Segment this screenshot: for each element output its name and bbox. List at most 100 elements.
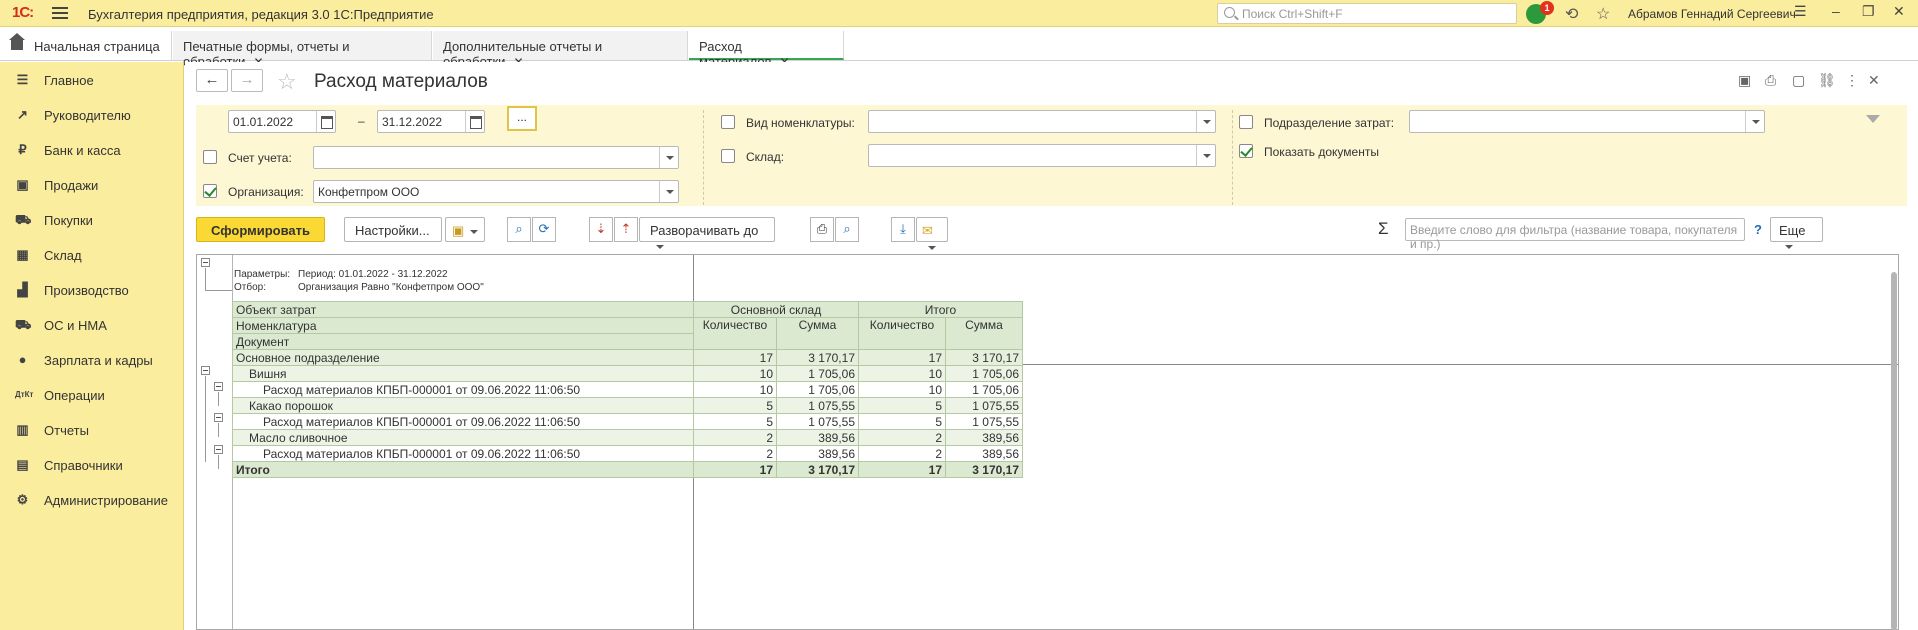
- sidebar-item-production[interactable]: ▟ Производство: [0, 275, 184, 305]
- chart-line-icon: ↗: [17, 107, 28, 122]
- tab-additional-reports[interactable]: Дополнительные отчеты и обработки✕: [433, 31, 688, 69]
- minimize-icon[interactable]: –: [1832, 3, 1840, 19]
- period-select-button[interactable]: ...: [507, 106, 537, 131]
- show-documents-checkbox[interactable]: [1239, 144, 1253, 158]
- nomenclature-type-field[interactable]: [868, 110, 1216, 133]
- collapse-group-icon[interactable]: [214, 413, 223, 422]
- link-icon[interactable]: ⛓: [1818, 72, 1836, 89]
- organization-checkbox[interactable]: [203, 184, 217, 198]
- tree-line: [218, 392, 219, 406]
- sidebar-item-reports[interactable]: ▥ Отчеты: [0, 415, 184, 445]
- sidebar-item-fixed-assets[interactable]: ⛟ ОС и НМА: [0, 310, 184, 340]
- period-end-field[interactable]: 31.12.2022: [377, 110, 485, 133]
- print-button[interactable]: ⎙: [810, 217, 834, 242]
- warehouse-icon: ▦: [16, 247, 29, 262]
- calendar-icon[interactable]: [465, 111, 484, 132]
- sidebar-item-main[interactable]: ☰ Главное: [0, 65, 184, 95]
- settings-menu-icon[interactable]: ☰: [1794, 3, 1807, 20]
- chevron-down-icon: [928, 245, 936, 250]
- global-search-input[interactable]: Поиск Ctrl+Shift+F: [1217, 3, 1517, 24]
- tab-print-forms[interactable]: Печатные формы, отчеты и обработки✕: [173, 31, 432, 69]
- vertical-scrollbar[interactable]: [1891, 272, 1897, 630]
- close-window-icon[interactable]: ✕: [1893, 3, 1905, 20]
- warehouse-checkbox[interactable]: [721, 149, 735, 163]
- table-header-row: Номенклатура Количество Сумма Количество…: [232, 317, 1023, 350]
- preview-button[interactable]: ⌕: [835, 217, 859, 242]
- sidebar-item-admin[interactable]: ⚙ Администрирование: [0, 485, 184, 515]
- table-row[interactable]: Вишня 10 1 705,06 10 1 705,06: [232, 365, 1023, 382]
- collapse-group-icon[interactable]: [214, 382, 223, 391]
- warehouse-label: Склад:: [746, 150, 785, 164]
- cost-department-field[interactable]: [1409, 110, 1765, 133]
- report-filter-input[interactable]: Введите слово для фильтра (название това…: [1405, 218, 1745, 251]
- close-form-icon[interactable]: ✕: [1868, 72, 1880, 89]
- chevron-down-icon[interactable]: [1196, 145, 1215, 166]
- clipboard-icon: ▣: [452, 223, 465, 238]
- history-icon[interactable]: ⟲: [1565, 4, 1578, 24]
- chevron-down-icon[interactable]: [1196, 111, 1215, 132]
- collapse-group-icon[interactable]: [214, 445, 223, 454]
- sidebar-item-sales[interactable]: ▣ Продажи: [0, 170, 184, 200]
- generate-button[interactable]: Сформировать: [196, 217, 325, 242]
- tab-material-expense[interactable]: Расход материалов✕: [689, 31, 844, 69]
- favorites-star-icon[interactable]: ☆: [1596, 4, 1610, 24]
- print-icon[interactable]: ⎙: [1765, 72, 1776, 89]
- sidebar-item-manager[interactable]: ↗ Руководителю: [0, 100, 184, 130]
- find-next-button[interactable]: ⟳: [532, 217, 556, 242]
- report-spreadsheet[interactable]: Параметры: Период: 01.01.2022 - 31.12.20…: [196, 254, 1899, 630]
- sum-icon[interactable]: Σ: [1378, 219, 1389, 239]
- restore-icon[interactable]: ❐: [1862, 3, 1875, 20]
- table-row[interactable]: Масло сливочное 2 389,56 2 389,56: [232, 429, 1023, 446]
- sidebar-item-purchases[interactable]: ⛟ Покупки: [0, 205, 184, 235]
- sidebar-item-salary[interactable]: ● Зарплата и кадры: [0, 345, 184, 375]
- sidebar-item-warehouse[interactable]: ▦ Склад: [0, 240, 184, 270]
- collapse-group-icon[interactable]: [201, 366, 210, 375]
- current-user[interactable]: Абрамов Геннадий Сергеевич: [1628, 7, 1796, 21]
- chevron-down-icon[interactable]: [659, 181, 678, 202]
- period-start-field[interactable]: 01.01.2022: [228, 110, 336, 133]
- forward-button[interactable]: →: [231, 69, 263, 92]
- tree-line: [205, 376, 206, 462]
- export-button[interactable]: ⤓: [891, 217, 915, 242]
- sidebar-item-operations[interactable]: ДтКт Операции: [0, 380, 184, 410]
- person-icon: ●: [18, 352, 27, 367]
- sort-asc-button[interactable]: ⇡: [614, 217, 638, 242]
- filter-funnel-icon[interactable]: [1866, 115, 1880, 127]
- table-row[interactable]: Какао порошок 5 1 075,55 5 1 075,55: [232, 397, 1023, 414]
- table-row[interactable]: Расход материалов КПБП-000001 от 09.06.2…: [232, 413, 1023, 430]
- more-button[interactable]: Еще: [1770, 217, 1823, 249]
- find-button[interactable]: ⌕: [507, 217, 531, 242]
- account-checkbox[interactable]: [203, 150, 217, 164]
- settings-button[interactable]: Настройки...: [344, 217, 442, 242]
- help-icon[interactable]: ?: [1754, 222, 1762, 237]
- params-label: Параметры:: [234, 269, 291, 280]
- tab-home[interactable]: Начальная страница: [0, 31, 172, 60]
- filter-divider: [1232, 110, 1233, 205]
- table-total-row[interactable]: Итого 17 3 170,17 17 3 170,17: [232, 461, 1023, 478]
- preview-icon[interactable]: ▢: [1792, 72, 1805, 89]
- variant-button[interactable]: ▣: [445, 217, 485, 242]
- cost-department-checkbox[interactable]: [1239, 115, 1253, 129]
- sidebar-item-catalogs[interactable]: ▤ Справочники: [0, 450, 184, 480]
- filter-label: Отбор:: [234, 282, 266, 293]
- back-button[interactable]: ←: [196, 69, 228, 92]
- expand-to-button[interactable]: Разворачивать до: [639, 217, 775, 249]
- table-row[interactable]: Расход материалов КПБП-000001 от 09.06.2…: [232, 381, 1023, 398]
- send-email-button[interactable]: ✉: [916, 217, 948, 250]
- chevron-down-icon[interactable]: [659, 147, 678, 168]
- nomenclature-type-checkbox[interactable]: [721, 115, 735, 129]
- sort-desc-button[interactable]: ⇣: [589, 217, 613, 242]
- chevron-down-icon[interactable]: [1745, 111, 1764, 132]
- account-field[interactable]: [313, 146, 679, 169]
- table-row[interactable]: Расход материалов КПБП-000001 от 09.06.2…: [232, 445, 1023, 462]
- favorite-star-icon[interactable]: ☆: [277, 69, 297, 95]
- more-actions-icon[interactable]: ⋮: [1845, 72, 1859, 89]
- sidebar-item-bank[interactable]: ₽ Банк и касса: [0, 135, 184, 165]
- calendar-icon[interactable]: [316, 111, 335, 132]
- table-row[interactable]: Основное подразделение 17 3 170,17 17 3 …: [232, 349, 1023, 366]
- organization-field[interactable]: Конфетпром ООО: [313, 180, 679, 203]
- save-icon[interactable]: ▣: [1738, 72, 1751, 89]
- warehouse-field[interactable]: [868, 144, 1216, 167]
- main-menu-icon[interactable]: [52, 7, 68, 19]
- collapse-params-icon[interactable]: [201, 258, 210, 267]
